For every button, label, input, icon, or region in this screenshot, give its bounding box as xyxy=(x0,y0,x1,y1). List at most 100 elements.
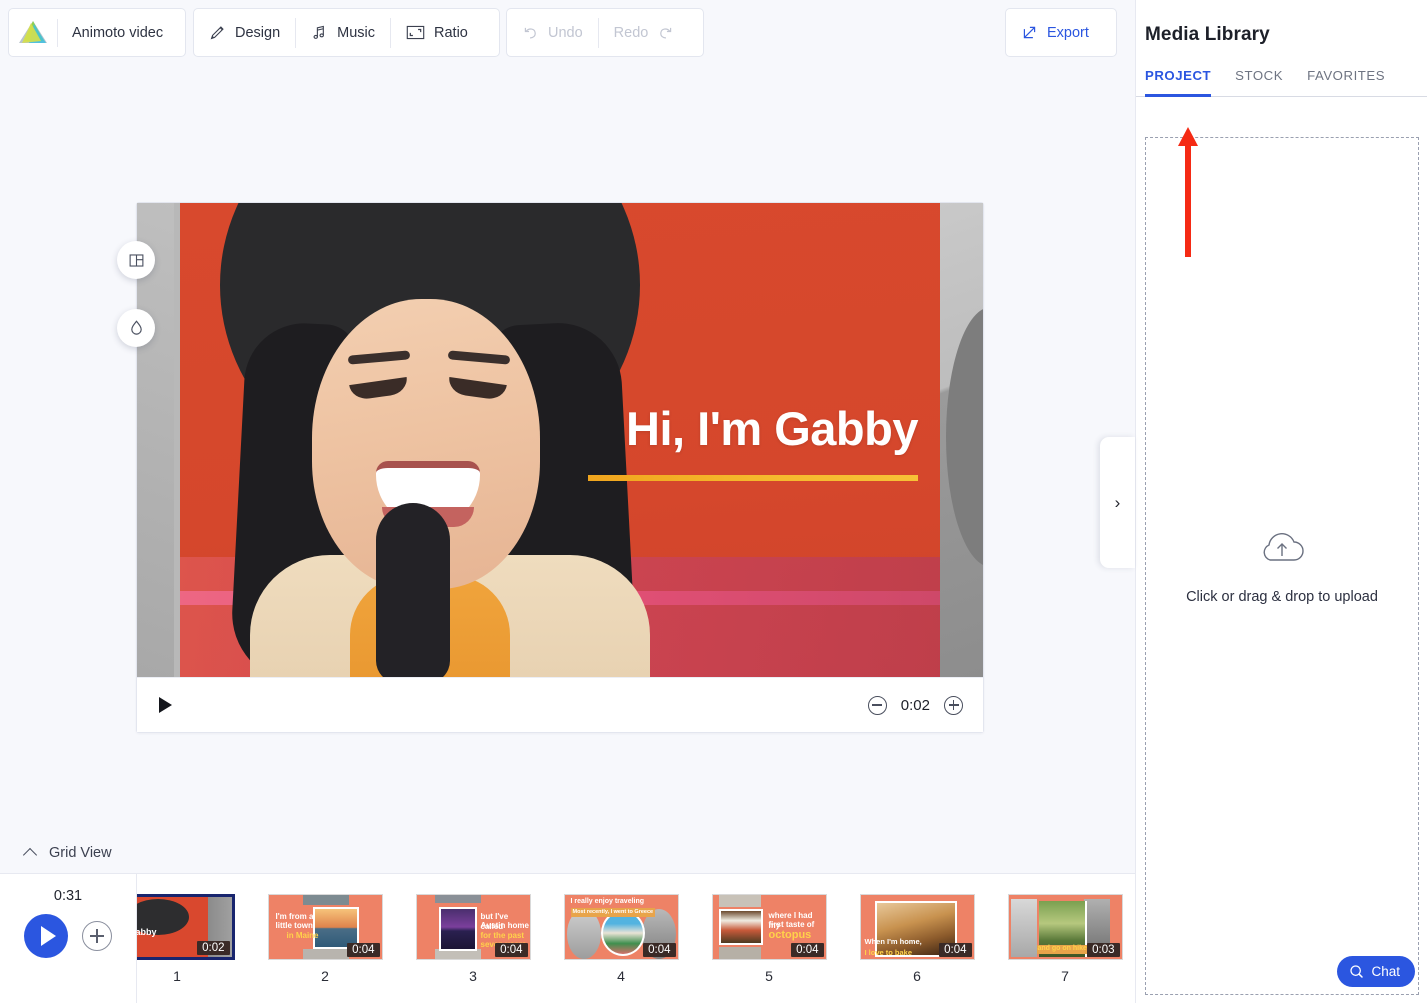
timeline: 0:31 Gabby 0:02 1 xyxy=(0,873,1135,1003)
scene-caption: Gabby xyxy=(137,927,157,937)
grid-view-label: Grid View xyxy=(49,844,112,861)
player-controls: 0:02 xyxy=(137,677,983,732)
scene-caption-line3: in Maine xyxy=(286,931,319,940)
animoto-logo-icon xyxy=(19,20,47,43)
cloud-upload-icon xyxy=(1263,533,1304,561)
export-label: Export xyxy=(1047,24,1089,41)
video-content: Hi, I'm Gabby xyxy=(180,203,940,677)
scene-caption-line1: I really enjoy traveling xyxy=(570,898,645,905)
scene-item-4[interactable]: I really enjoy traveling Most recently, … xyxy=(547,894,695,984)
tab-stock[interactable]: STOCK xyxy=(1235,68,1283,97)
undo-label: Undo xyxy=(548,24,583,41)
chat-search-icon xyxy=(1350,965,1364,978)
slide-title: Hi, I'm Gabby xyxy=(626,402,918,455)
layout-grid-icon xyxy=(129,253,143,267)
scene-caption-line3: octopus xyxy=(768,929,812,941)
timeline-buttons xyxy=(24,914,112,958)
scene-caption-line2: Most recently, I went to Greece xyxy=(570,908,656,917)
scene-duration: 0:04 xyxy=(347,943,380,957)
scene-thumbnail[interactable]: Gabby 0:02 xyxy=(137,894,235,960)
scene-number: 2 xyxy=(321,968,329,984)
design-label: Design xyxy=(235,24,281,41)
video-preview-stage: Hi, I'm Gabby 0:02 xyxy=(136,202,984,733)
pencil-icon xyxy=(210,26,224,40)
timeline-controls: 0:31 xyxy=(0,874,137,1003)
export-button[interactable]: Export xyxy=(1006,9,1104,56)
water-drop-icon xyxy=(130,320,142,335)
music-label: Music xyxy=(337,24,376,41)
brand-group: Animoto videc xyxy=(8,8,186,57)
scene-item-1[interactable]: Gabby 0:02 1 xyxy=(137,894,251,984)
export-group: Export xyxy=(1005,8,1117,57)
media-library-tabs: PROJECT STOCK FAVORITES xyxy=(1136,68,1427,97)
scene-number: 3 xyxy=(469,968,477,984)
total-duration: 0:31 xyxy=(53,888,83,904)
chat-label: Chat xyxy=(1371,964,1400,979)
redo-label: Redo xyxy=(613,24,649,41)
scene-duration: 0:02 xyxy=(197,941,230,955)
scene-thumbnail[interactable]: and go on hikes 0:03 xyxy=(1007,894,1123,960)
color-tool-button[interactable] xyxy=(117,309,155,347)
scene-item-7[interactable]: and go on hikes 0:03 7 xyxy=(991,894,1135,984)
redo-arrow-icon xyxy=(660,27,672,39)
scene-thumbnail[interactable]: where I had my first taste of octopus 0:… xyxy=(711,894,827,960)
ratio-label: Ratio xyxy=(434,24,468,41)
tab-project[interactable]: PROJECT xyxy=(1145,68,1212,97)
scene-caption-line1: and go on hikes xyxy=(1036,945,1092,954)
undo-arrow-icon xyxy=(524,27,536,39)
scene-list: Gabby 0:02 1 I'm from a little town xyxy=(137,894,1135,984)
design-button[interactable]: Design xyxy=(194,9,295,56)
ratio-button[interactable]: Ratio xyxy=(391,9,483,56)
scene-item-5[interactable]: where I had my first taste of octopus 0:… xyxy=(695,894,843,984)
zoom-controls: 0:02 xyxy=(867,695,963,715)
hair-strand xyxy=(376,503,450,677)
scene-caption-line1: When I'm home, xyxy=(864,937,922,946)
layout-tool-button[interactable] xyxy=(117,241,155,279)
panel-title: Media Library xyxy=(1145,24,1270,45)
zoom-in-button[interactable] xyxy=(944,695,963,715)
scene-item-3[interactable]: but I've called Austin home for the past… xyxy=(399,894,547,984)
scene-caption-line2: Austin home xyxy=(480,921,529,930)
scene-thumbnail[interactable]: but I've called Austin home for the past… xyxy=(415,894,531,960)
tools-group: Design Music Ratio xyxy=(193,8,500,57)
scene-duration: 0:04 xyxy=(495,943,528,957)
scene-number: 7 xyxy=(1061,968,1069,984)
tab-favorites[interactable]: FAVORITES xyxy=(1307,68,1385,97)
upload-dropzone[interactable]: Click or drag & drop to upload xyxy=(1145,137,1419,995)
scene-thumbnail[interactable]: I really enjoy traveling Most recently, … xyxy=(563,894,679,960)
scene-item-2[interactable]: I'm from a little town in Maine 0:04 2 xyxy=(251,894,399,984)
scene-number: 5 xyxy=(765,968,773,984)
chat-button[interactable]: Chat xyxy=(1337,956,1415,987)
scene-thumbnail[interactable]: I'm from a little town in Maine 0:04 xyxy=(267,894,383,960)
top-toolbar: Animoto videc Design Music Ratio Undo Re… xyxy=(0,0,1135,65)
add-scene-button[interactable] xyxy=(82,921,112,951)
music-note-icon xyxy=(313,25,325,39)
play-button[interactable] xyxy=(159,697,172,713)
external-link-icon xyxy=(1023,26,1036,39)
editor-area: Animoto videc Design Music Ratio Undo Re… xyxy=(0,0,1135,1003)
chevron-up-icon xyxy=(24,849,36,856)
scene-duration: 0:03 xyxy=(1087,943,1120,957)
grid-view-toggle[interactable]: Grid View xyxy=(0,832,1135,873)
upload-instructions: Click or drag & drop to upload xyxy=(1186,589,1378,605)
video-frame[interactable]: Hi, I'm Gabby xyxy=(137,203,983,677)
letterbox-right xyxy=(940,203,983,677)
music-button[interactable]: Music xyxy=(296,9,390,56)
scene-item-6[interactable]: When I'm home, I love to bake 0:04 6 xyxy=(843,894,991,984)
scene-duration: 0:04 xyxy=(643,943,676,957)
undo-button[interactable]: Undo xyxy=(507,9,598,56)
scene-number: 4 xyxy=(617,968,625,984)
annotation-arrow-icon xyxy=(1178,127,1198,257)
scene-thumbnail[interactable]: When I'm home, I love to bake 0:04 xyxy=(859,894,975,960)
project-name[interactable]: Animoto videc xyxy=(58,25,176,41)
panel-collapse-handle[interactable]: › xyxy=(1100,437,1135,568)
animoto-editor-app: Animoto videc Design Music Ratio Undo Re… xyxy=(0,0,1427,1003)
scene-duration: 0:04 xyxy=(939,943,972,957)
slide-title-underline xyxy=(588,475,918,481)
redo-button[interactable]: Redo xyxy=(599,9,690,56)
scene-duration: 0:04 xyxy=(791,943,824,957)
current-time: 0:02 xyxy=(900,696,930,714)
zoom-out-button[interactable] xyxy=(867,695,887,715)
timeline-strip[interactable]: Gabby 0:02 1 I'm from a little town xyxy=(137,874,1135,1003)
timeline-play-button[interactable] xyxy=(24,914,68,958)
